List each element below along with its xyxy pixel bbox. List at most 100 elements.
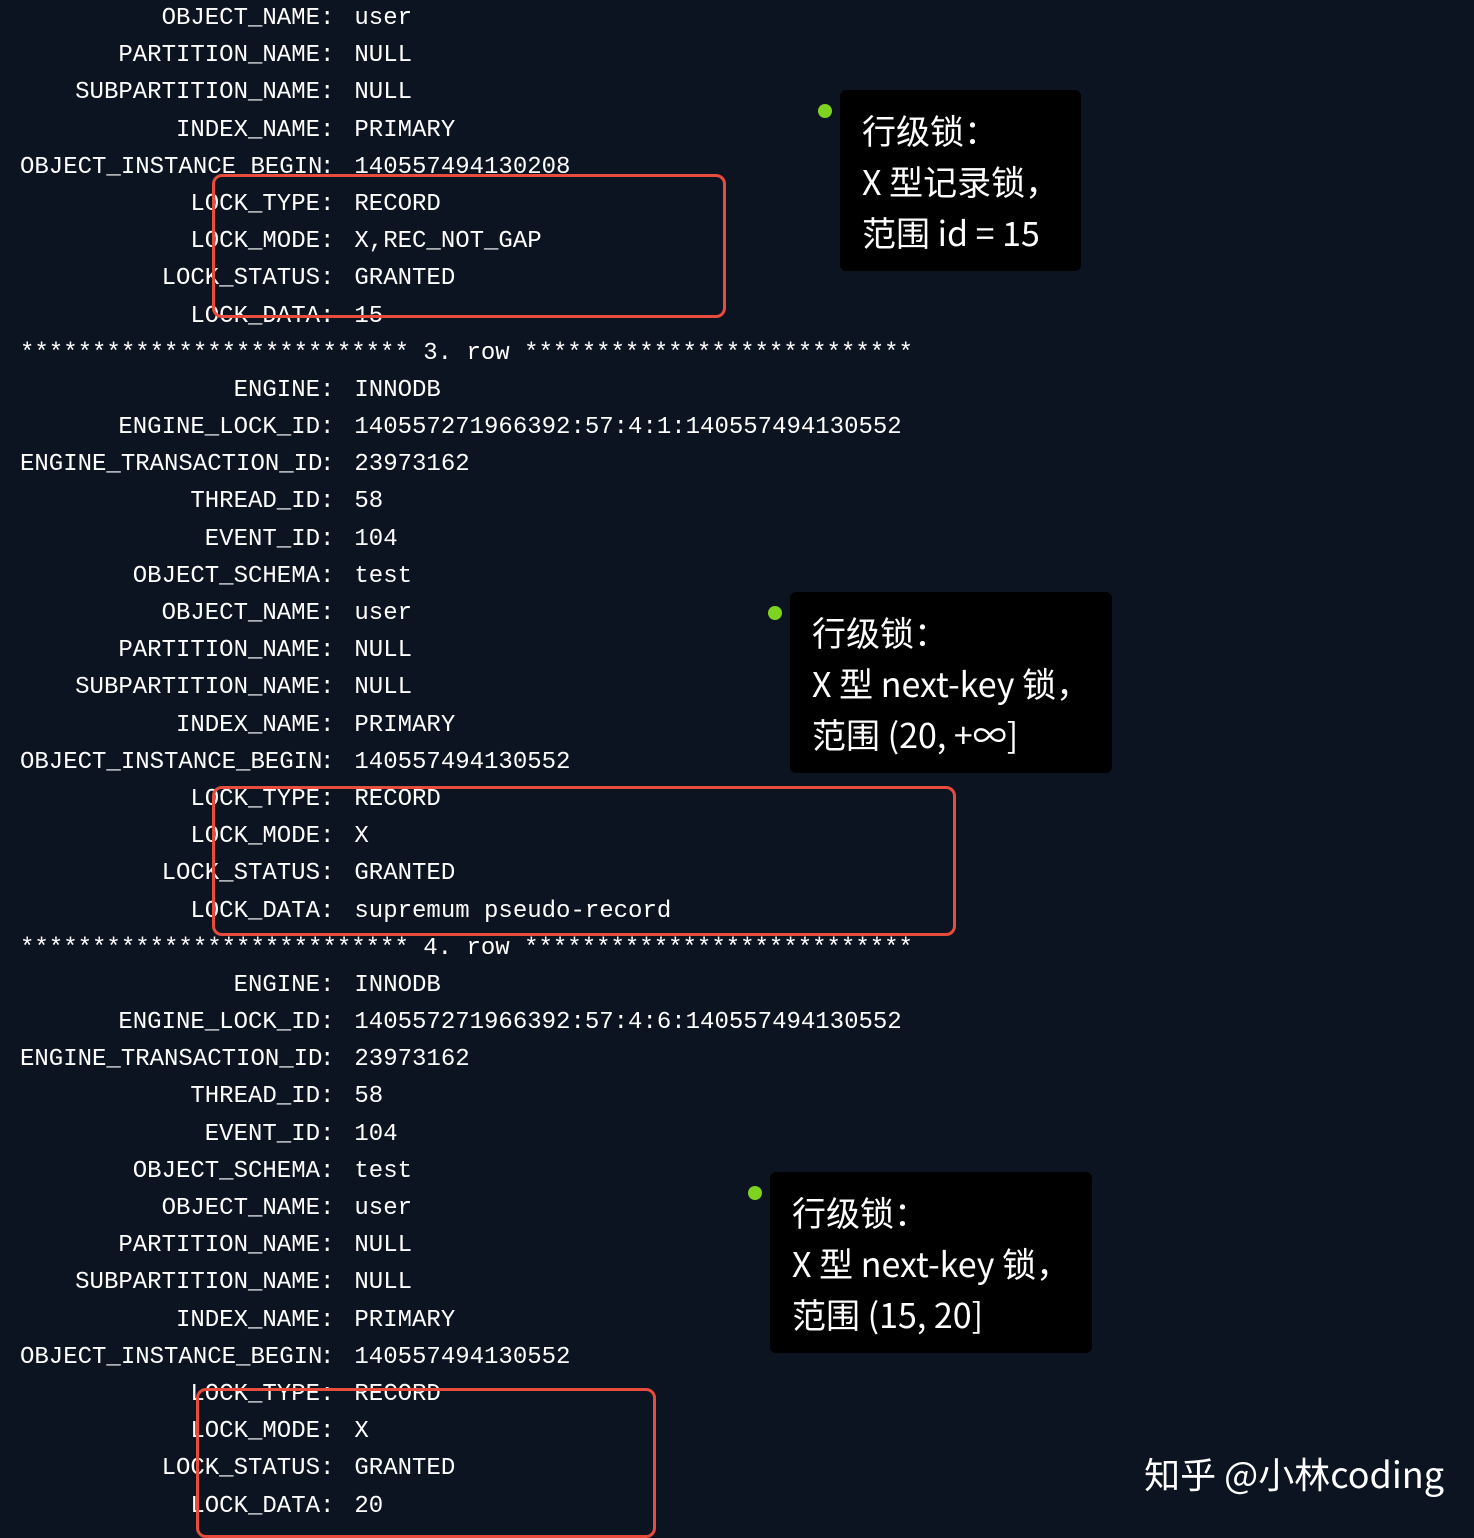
colon-separator: : <box>320 1078 340 1115</box>
field-value: 23973162 <box>340 1046 470 1073</box>
field-value: PRIMARY <box>340 712 455 739</box>
colon-separator: : <box>320 818 340 855</box>
field-key: EVENT_ID <box>20 1116 320 1153</box>
field-key: EVENT_ID <box>20 521 320 558</box>
field-value: NULL <box>340 79 412 106</box>
kv-line: PARTITION_NAME: NULL <box>20 1227 1454 1264</box>
colon-separator: : <box>320 1190 340 1227</box>
field-key: ENGINE_LOCK_ID <box>20 409 320 446</box>
kv-line: PARTITION_NAME: NULL <box>20 37 1454 74</box>
field-key: THREAD_ID <box>20 483 320 520</box>
field-value: NULL <box>340 637 412 664</box>
kv-line: LOCK_TYPE: RECORD <box>20 781 1454 818</box>
kv-line: OBJECT_NAME: user <box>20 0 1454 37</box>
field-key: OBJECT_INSTANCE_BEGIN <box>20 1339 320 1376</box>
colon-separator: : <box>320 409 340 446</box>
field-value: test <box>340 1158 412 1185</box>
field-key: OBJECT_NAME <box>20 595 320 632</box>
field-key: LOCK_TYPE <box>20 186 320 223</box>
colon-separator: : <box>320 595 340 632</box>
row-separator: *************************** 3. row *****… <box>20 335 1454 372</box>
field-value: GRANTED <box>340 265 455 292</box>
colon-separator: : <box>320 1264 340 1301</box>
annotation-3: 行级锁： X 型 next-key 锁， 范围 (15, 20] <box>770 1172 1092 1353</box>
kv-line: OBJECT_NAME: user <box>20 595 1454 632</box>
kv-line: INDEX_NAME: PRIMARY <box>20 707 1454 744</box>
field-value: user <box>340 5 412 32</box>
kv-line: SUBPARTITION_NAME: NULL <box>20 1264 1454 1301</box>
colon-separator: : <box>320 744 340 781</box>
kv-line: EVENT_ID: 104 <box>20 1116 1454 1153</box>
colon-separator: : <box>320 781 340 818</box>
colon-separator: : <box>320 298 340 335</box>
annotation-line: 行级锁： <box>792 1186 1070 1237</box>
field-key: LOCK_MODE <box>20 818 320 855</box>
colon-separator: : <box>320 1041 340 1078</box>
annotation-2: 行级锁： X 型 next-key 锁， 范围 (20, +∞] <box>790 592 1112 773</box>
annotation-line: X 型记录锁， <box>862 155 1059 206</box>
kv-line: EVENT_ID: 104 <box>20 521 1454 558</box>
field-key: SUBPARTITION_NAME <box>20 1264 320 1301</box>
kv-line: ENGINE_TRANSACTION_ID: 23973162 <box>20 1041 1454 1078</box>
field-value: X <box>340 823 369 850</box>
bullet-dot-icon <box>748 1186 762 1200</box>
kv-line: INDEX_NAME: PRIMARY <box>20 1302 1454 1339</box>
field-value: RECORD <box>340 191 441 218</box>
colon-separator: : <box>320 1302 340 1339</box>
kv-line: OBJECT_INSTANCE_BEGIN: 140557494130552 <box>20 744 1454 781</box>
row-separator: *************************** 4. row *****… <box>20 930 1454 967</box>
kv-line: ENGINE_LOCK_ID: 140557271966392:57:4:6:1… <box>20 1004 1454 1041</box>
kv-line: LOCK_MODE: X <box>20 818 1454 855</box>
field-value: RECORD <box>340 786 441 813</box>
annotation-1: 行级锁： X 型记录锁， 范围 id = 15 <box>840 90 1081 271</box>
kv-line: THREAD_ID: 58 <box>20 483 1454 520</box>
field-value: PRIMARY <box>340 117 455 144</box>
field-value: user <box>340 600 412 627</box>
field-key: ENGINE_LOCK_ID <box>20 1004 320 1041</box>
kv-line: LOCK_TYPE: RECORD <box>20 186 1454 223</box>
field-value: 104 <box>340 526 398 553</box>
kv-line: OBJECT_SCHEMA: test <box>20 558 1454 595</box>
field-key: OBJECT_SCHEMA <box>20 1153 320 1190</box>
field-key: PARTITION_NAME <box>20 632 320 669</box>
colon-separator: : <box>320 1450 340 1487</box>
annotation-line: 行级锁： <box>862 104 1059 155</box>
kv-line: OBJECT_NAME: user <box>20 1190 1454 1227</box>
field-value: 140557494130208 <box>340 154 570 181</box>
field-value: NULL <box>340 42 412 69</box>
colon-separator: : <box>320 372 340 409</box>
kv-line: ENGINE: INNODB <box>20 372 1454 409</box>
annotation-line: X 型 next-key 锁， <box>792 1237 1070 1288</box>
field-value: GRANTED <box>340 1455 455 1482</box>
field-value: 140557271966392:57:4:1:140557494130552 <box>340 414 902 441</box>
field-key: OBJECT_NAME <box>20 0 320 37</box>
terminal-output: OBJECT_NAME: userPARTITION_NAME: NULLSUB… <box>20 0 1454 1525</box>
kv-line: INDEX_NAME: PRIMARY <box>20 112 1454 149</box>
kv-line: LOCK_STATUS: GRANTED <box>20 260 1454 297</box>
field-key: OBJECT_INSTANCE_BEGIN <box>20 149 320 186</box>
field-value: PRIMARY <box>340 1307 455 1334</box>
field-key: LOCK_DATA <box>20 1488 320 1525</box>
field-key: LOCK_MODE <box>20 223 320 260</box>
colon-separator: : <box>320 1413 340 1450</box>
colon-separator: : <box>320 669 340 706</box>
field-key: PARTITION_NAME <box>20 37 320 74</box>
colon-separator: : <box>320 37 340 74</box>
bullet-dot-icon <box>818 104 832 118</box>
kv-line: ENGINE_TRANSACTION_ID: 23973162 <box>20 446 1454 483</box>
field-key: OBJECT_NAME <box>20 1190 320 1227</box>
field-value: 20 <box>340 1493 383 1520</box>
field-value: GRANTED <box>340 860 455 887</box>
field-key: INDEX_NAME <box>20 1302 320 1339</box>
field-key: ENGINE <box>20 967 320 1004</box>
field-key: PARTITION_NAME <box>20 1227 320 1264</box>
colon-separator: : <box>320 112 340 149</box>
kv-line: ENGINE_LOCK_ID: 140557271966392:57:4:1:1… <box>20 409 1454 446</box>
field-key: LOCK_DATA <box>20 298 320 335</box>
field-value: X <box>340 1418 369 1445</box>
colon-separator: : <box>320 1227 340 1264</box>
colon-separator: : <box>320 1376 340 1413</box>
colon-separator: : <box>320 0 340 37</box>
kv-line: OBJECT_SCHEMA: test <box>20 1153 1454 1190</box>
annotation-line: 行级锁： <box>812 606 1090 657</box>
